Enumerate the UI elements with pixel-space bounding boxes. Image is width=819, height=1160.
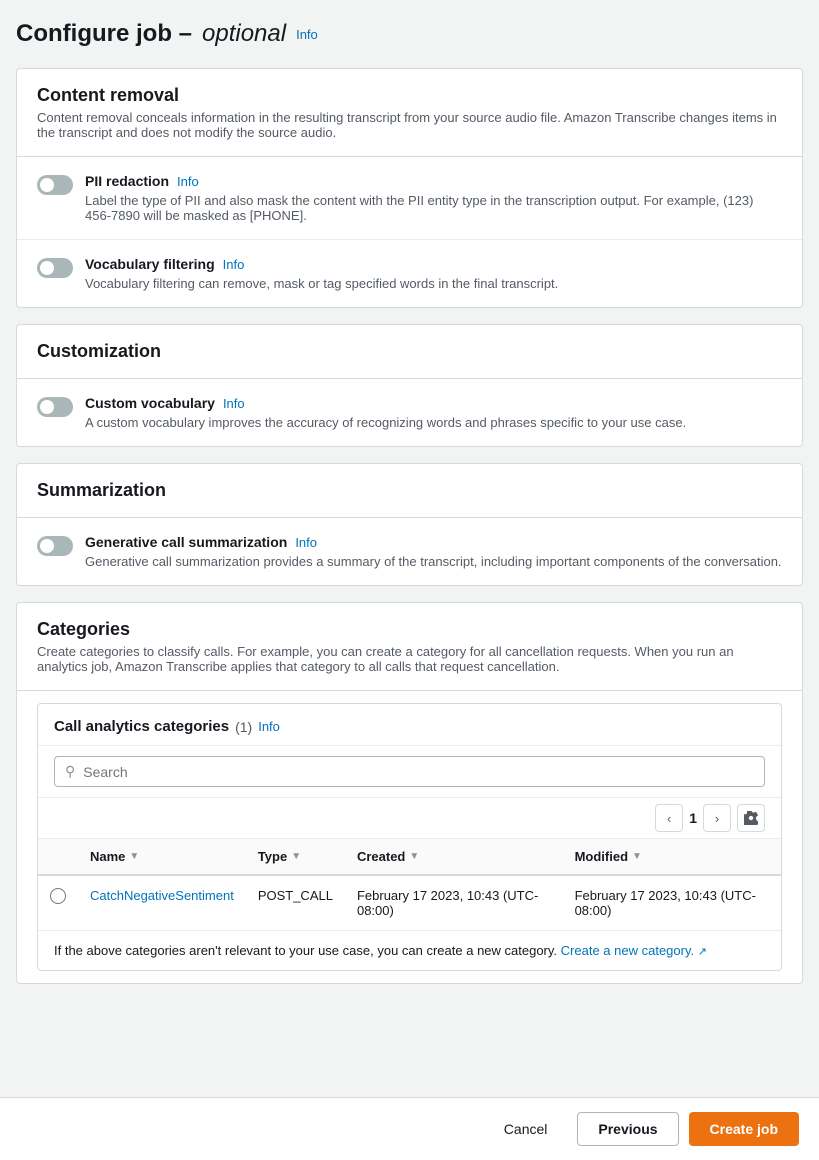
vocabulary-filtering-label-group: Vocabulary filtering Info Vocabulary fil… xyxy=(85,256,558,291)
search-input[interactable] xyxy=(83,764,754,780)
row-name-cell: CatchNegativeSentiment xyxy=(78,875,246,930)
pagination-row: ‹ 1 › xyxy=(38,798,781,839)
customization-header: Customization xyxy=(17,325,802,379)
custom-vocabulary-row: Custom vocabulary Info A custom vocabula… xyxy=(17,379,802,446)
pagination-settings-button[interactable] xyxy=(737,804,765,832)
cancel-button[interactable]: Cancel xyxy=(484,1112,568,1146)
created-sort-icon: ▼ xyxy=(409,851,419,862)
custom-vocabulary-label-group: Custom vocabulary Info A custom vocabula… xyxy=(85,395,686,430)
customization-title: Customization xyxy=(37,341,782,362)
row-radio-cell xyxy=(38,875,78,930)
categories-section: Categories Create categories to classify… xyxy=(16,602,803,984)
th-modified[interactable]: Modified ▼ xyxy=(563,839,781,875)
vocabulary-filtering-desc: Vocabulary filtering can remove, mask or… xyxy=(85,276,558,291)
content-removal-header: Content removal Content removal conceals… xyxy=(17,69,802,157)
th-select xyxy=(38,839,78,875)
external-link-icon: ↗ xyxy=(698,946,707,958)
summarization-title: Summarization xyxy=(37,480,782,501)
categories-count: (1) xyxy=(235,719,252,735)
title-italic: optional xyxy=(202,20,286,48)
previous-button[interactable]: Previous xyxy=(577,1112,678,1146)
generative-call-info-link[interactable]: Info xyxy=(295,535,317,550)
pagination-current-page: 1 xyxy=(689,810,697,826)
name-sort-icon: ▼ xyxy=(129,851,139,862)
vocabulary-filtering-toggle[interactable] xyxy=(37,258,73,278)
row-radio-input[interactable] xyxy=(50,888,66,904)
bottom-bar: Cancel Previous Create job xyxy=(0,1097,819,1160)
custom-vocab-info-link[interactable]: Info xyxy=(223,396,245,411)
generative-call-title: Generative call summarization Info xyxy=(85,534,782,550)
pagination-prev-button[interactable]: ‹ xyxy=(655,804,683,832)
title-text: Configure job – xyxy=(16,20,192,48)
generative-call-desc: Generative call summarization provides a… xyxy=(85,554,782,569)
categories-desc: Create categories to classify calls. For… xyxy=(37,644,782,674)
custom-vocabulary-desc: A custom vocabulary improves the accurac… xyxy=(85,415,686,430)
create-new-category-link[interactable]: Create a new category. ↗ xyxy=(561,943,707,958)
categories-table-container: Name ▼ Type ▼ xyxy=(38,839,781,930)
generative-call-row: Generative call summarization Info Gener… xyxy=(17,518,802,585)
search-icon: ⚲ xyxy=(65,763,75,780)
modified-sort-icon: ▼ xyxy=(632,851,642,862)
pii-redaction-toggle[interactable] xyxy=(37,175,73,195)
categories-info-link[interactable]: Info xyxy=(258,719,280,734)
pii-info-link[interactable]: Info xyxy=(177,174,199,189)
vocabulary-filtering-row: Vocabulary filtering Info Vocabulary fil… xyxy=(17,240,802,307)
create-job-button[interactable]: Create job xyxy=(689,1112,799,1146)
pii-redaction-row: PII redaction Info Label the type of PII… xyxy=(17,157,802,240)
categories-footer: If the above categories aren't relevant … xyxy=(38,930,781,970)
page-title: Configure job – optional Info xyxy=(16,20,803,48)
summarization-section: Summarization Generative call summarizat… xyxy=(16,463,803,586)
content-removal-desc: Content removal conceals information in … xyxy=(37,110,782,140)
generative-call-toggle[interactable] xyxy=(37,536,73,556)
row-created-cell: February 17 2023, 10:43 (UTC-08:00) xyxy=(345,875,563,930)
pii-redaction-label-group: PII redaction Info Label the type of PII… xyxy=(85,173,782,223)
type-sort-icon: ▼ xyxy=(291,851,301,862)
page-info-link[interactable]: Info xyxy=(296,27,318,42)
th-created[interactable]: Created ▼ xyxy=(345,839,563,875)
generative-call-label-group: Generative call summarization Info Gener… xyxy=(85,534,782,569)
row-modified-cell: February 17 2023, 10:43 (UTC-08:00) xyxy=(563,875,781,930)
content-removal-title: Content removal xyxy=(37,85,782,106)
th-type[interactable]: Type ▼ xyxy=(246,839,345,875)
categories-table: Name ▼ Type ▼ xyxy=(38,839,781,930)
search-row: ⚲ xyxy=(38,746,781,798)
search-box: ⚲ xyxy=(54,756,765,787)
categories-inner-card: Call analytics categories (1) Info ⚲ ‹ 1… xyxy=(37,703,782,971)
categories-inner-title: Call analytics categories xyxy=(54,718,229,735)
custom-vocabulary-title: Custom vocabulary Info xyxy=(85,395,686,411)
pii-redaction-desc: Label the type of PII and also mask the … xyxy=(85,193,782,223)
row-name-link[interactable]: CatchNegativeSentiment xyxy=(90,888,234,903)
vocabulary-filtering-title: Vocabulary filtering Info xyxy=(85,256,558,272)
summarization-header: Summarization xyxy=(17,464,802,518)
customization-section: Customization Custom vocabulary Info A c… xyxy=(16,324,803,447)
pii-redaction-title: PII redaction Info xyxy=(85,173,782,189)
row-type-cell: POST_CALL xyxy=(246,875,345,930)
categories-footer-text: If the above categories aren't relevant … xyxy=(54,943,557,958)
custom-vocabulary-toggle[interactable] xyxy=(37,397,73,417)
categories-inner-header: Call analytics categories (1) Info xyxy=(38,704,781,746)
categories-header: Categories Create categories to classify… xyxy=(17,603,802,691)
pagination-next-button[interactable]: › xyxy=(703,804,731,832)
content-removal-section: Content removal Content removal conceals… xyxy=(16,68,803,308)
table-row: CatchNegativeSentiment POST_CALL Februar… xyxy=(38,875,781,930)
th-name[interactable]: Name ▼ xyxy=(78,839,246,875)
categories-title: Categories xyxy=(37,619,782,640)
vocab-filter-info-link[interactable]: Info xyxy=(223,257,245,272)
